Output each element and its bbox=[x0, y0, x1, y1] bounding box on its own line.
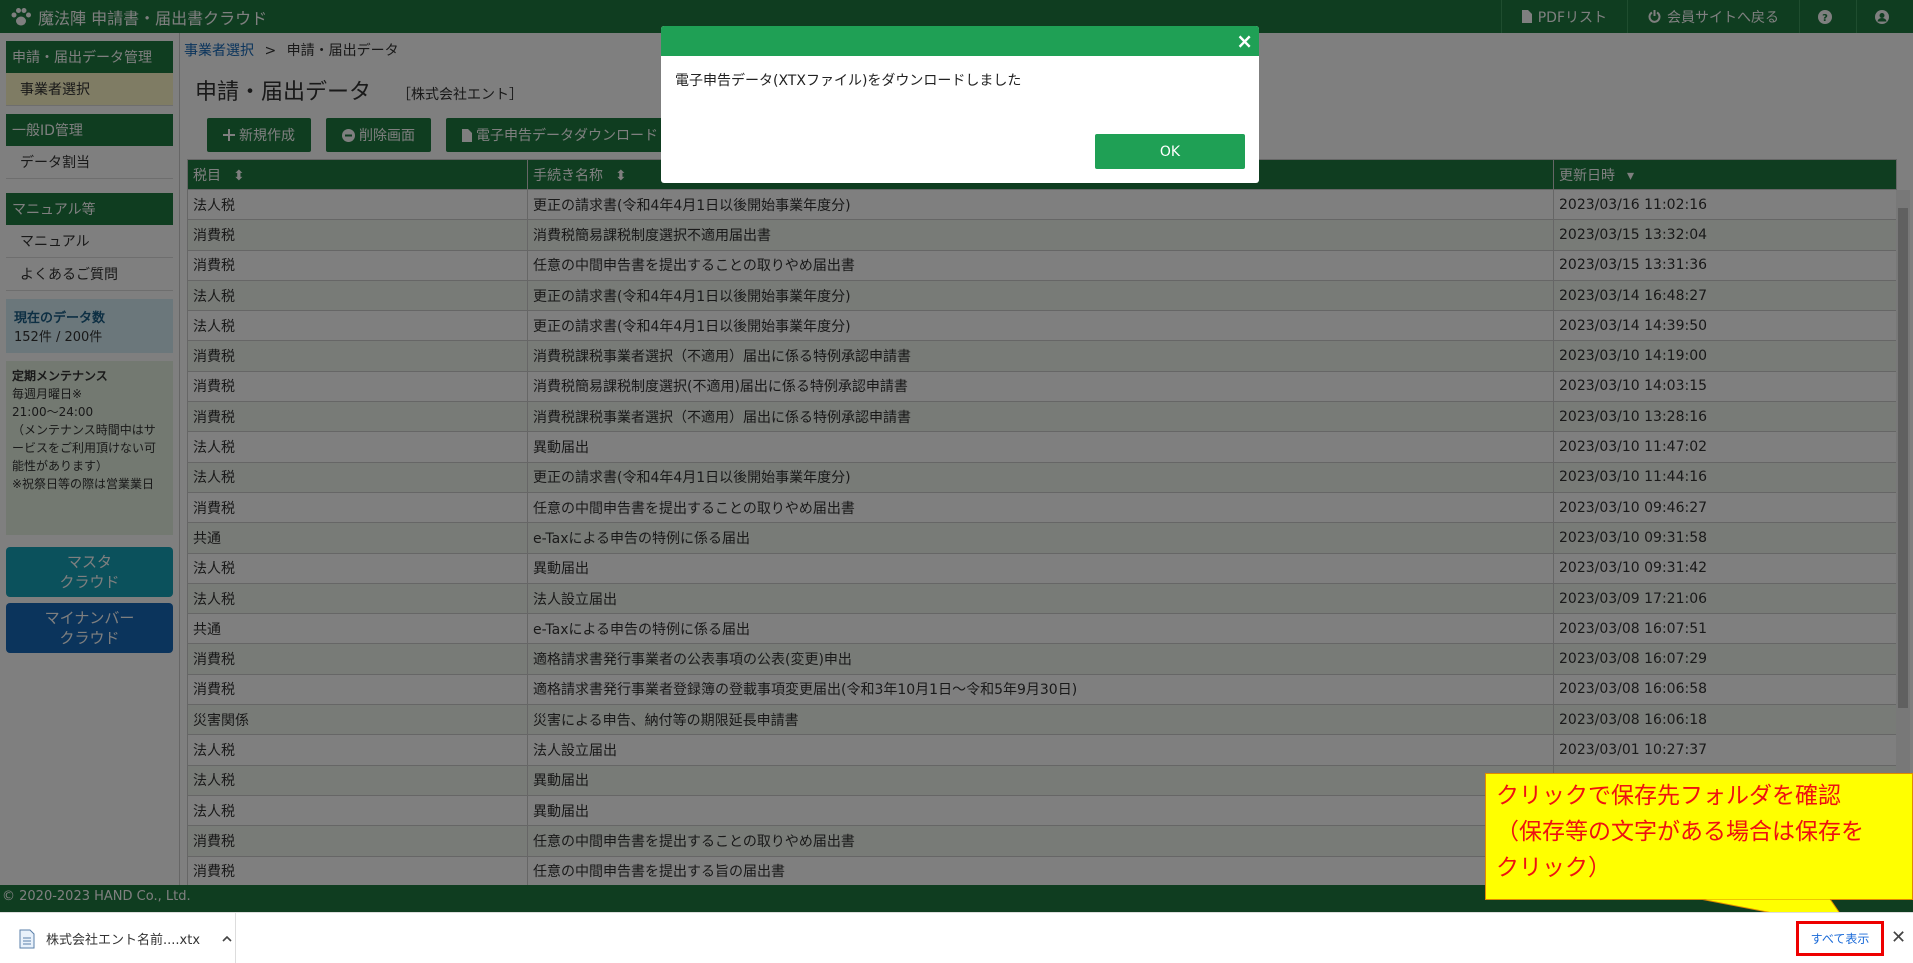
callout-line3: クリック） bbox=[1496, 855, 1611, 881]
instruction-callout: クリックで保存先フォルダを確認 （保存等の文字がある場合は保存を クリック） bbox=[1485, 773, 1913, 900]
app-page: 魔法陣 申請書・届出書クラウド PDFリスト 会員サイトへ戻る ? 申請・届出デ… bbox=[0, 0, 1913, 963]
close-download-bar-icon[interactable]: ✕ bbox=[1891, 927, 1906, 948]
download-complete-dialog: × 電子申告データ(XTXファイル)をダウンロードしました OK bbox=[661, 26, 1259, 183]
show-all-button[interactable]: すべて表示 bbox=[1796, 921, 1884, 956]
callout-line1: クリックで保存先フォルダを確認 bbox=[1496, 783, 1841, 809]
close-icon[interactable]: × bbox=[1236, 29, 1253, 53]
download-bar: 株式会社エント名前....xtx bbox=[0, 912, 1913, 963]
downloaded-file-name: 株式会社エント名前....xtx bbox=[46, 933, 201, 948]
dialog-message: 電子申告データ(XTXファイル)をダウンロードしました bbox=[675, 73, 1022, 89]
downloaded-file-item[interactable]: 株式会社エント名前....xtx bbox=[0, 913, 236, 963]
chevron-up-icon[interactable] bbox=[222, 935, 232, 942]
document-icon bbox=[19, 929, 35, 948]
callout-line2: （保存等の文字がある場合は保存を bbox=[1496, 819, 1864, 845]
dialog-header: × bbox=[661, 26, 1259, 56]
ok-button[interactable]: OK bbox=[1095, 134, 1245, 169]
